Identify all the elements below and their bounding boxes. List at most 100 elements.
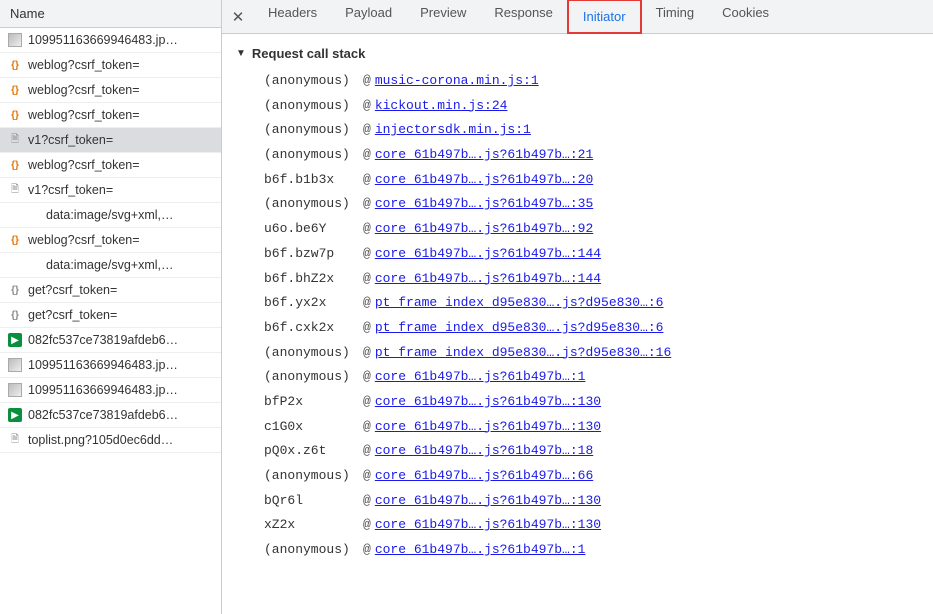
stack-source-link[interactable]: core_61b497b….js?61b497b…:144 [375,246,601,261]
stack-source-link[interactable]: kickout.min.js:24 [375,98,508,113]
image-icon [8,33,22,47]
image-icon [8,383,22,397]
json-icon: {} [8,308,22,322]
stack-source-link[interactable]: core_61b497b….js?61b497b…:20 [375,172,593,187]
stack-frame: xZ2x@core_61b497b….js?61b497b…:130 [264,513,919,538]
stack-source-link[interactable]: pt_frame_index_d95e830….js?d95e830…:6 [375,295,664,310]
stack-frame: c1G0x@core_61b497b….js?61b497b…:130 [264,415,919,440]
request-row[interactable]: data:image/svg+xml,… [0,253,221,278]
tab-cookies[interactable]: Cookies [708,0,783,36]
tab-payload[interactable]: Payload [331,0,406,36]
request-row[interactable]: 109951163669946483.jp… [0,353,221,378]
request-row-label: toplist.png?105d0ec6dd… [28,433,213,447]
stack-source-link[interactable]: injectorsdk.min.js:1 [375,122,531,137]
stack-source-link[interactable]: core_61b497b….js?61b497b…:144 [375,271,601,286]
stack-frame: (anonymous)@core_61b497b….js?61b497b…:35 [264,192,919,217]
request-row[interactable]: 🗎 toplist.png?105d0ec6dd… [0,428,221,453]
request-row-label: get?csrf_token= [28,283,213,297]
request-row-label: weblog?csrf_token= [28,83,213,97]
stack-source-link[interactable]: core_61b497b….js?61b497b…:1 [375,542,586,557]
tab-response[interactable]: Response [480,0,567,36]
document-icon: 🗎 [8,183,22,197]
call-stack-list: (anonymous)@music-corona.min.js:1(anonym… [236,69,919,563]
request-row[interactable]: {}weblog?csrf_token= [0,103,221,128]
details-tabbar: ✕ HeadersPayloadPreviewResponseInitiator… [222,0,933,34]
request-row[interactable]: {}weblog?csrf_token= [0,53,221,78]
tab-headers[interactable]: Headers [254,0,331,36]
main-panel: ✕ HeadersPayloadPreviewResponseInitiator… [222,0,933,614]
at-symbol: @ [359,493,375,508]
request-row[interactable]: ▶082fc537ce73819afdeb6… [0,403,221,428]
request-row[interactable]: ▶082fc537ce73819afdeb6… [0,328,221,353]
request-row[interactable]: {}weblog?csrf_token= [0,228,221,253]
stack-source-link[interactable]: core_61b497b….js?61b497b…:35 [375,196,593,211]
at-symbol: @ [359,172,375,187]
at-symbol: @ [359,419,375,434]
request-row[interactable]: 🗎 v1?csrf_token= [0,178,221,203]
at-symbol: @ [359,147,375,162]
request-row[interactable]: {}weblog?csrf_token= [0,153,221,178]
request-row[interactable]: data:image/svg+xml,… [0,203,221,228]
json-icon: {} [8,233,22,247]
request-row-label: data:image/svg+xml,… [46,208,213,222]
stack-function-name: b6f.bhZ2x [264,267,359,292]
stack-function-name: b6f.cxk2x [264,316,359,341]
at-symbol: @ [359,271,375,286]
request-row-label: get?csrf_token= [28,308,213,322]
section-header[interactable]: ▼ Request call stack [236,46,919,61]
tab-initiator[interactable]: Initiator [567,0,642,34]
stack-frame: b6f.b1b3x@core_61b497b….js?61b497b…:20 [264,168,919,193]
request-row[interactable]: {}get?csrf_token= [0,278,221,303]
request-row-label: 109951163669946483.jp… [28,33,213,47]
tab-preview[interactable]: Preview [406,0,480,36]
request-row[interactable]: {}weblog?csrf_token= [0,78,221,103]
stack-source-link[interactable]: pt_frame_index_d95e830….js?d95e830…:16 [375,345,671,360]
stack-frame: bfP2x@core_61b497b….js?61b497b…:130 [264,390,919,415]
stack-source-link[interactable]: core_61b497b….js?61b497b…:92 [375,221,593,236]
request-row[interactable]: {} get?csrf_token= [0,303,221,328]
stack-function-name: bfP2x [264,390,359,415]
stack-source-link[interactable]: core_61b497b….js?61b497b…:1 [375,369,586,384]
request-row[interactable]: 109951163669946483.jp… [0,28,221,53]
at-symbol: @ [359,295,375,310]
at-symbol: @ [359,98,375,113]
stack-source-link[interactable]: music-corona.min.js:1 [375,73,539,88]
stack-frame: b6f.yx2x@pt_frame_index_d95e830….js?d95e… [264,291,919,316]
stack-source-link[interactable]: core_61b497b….js?61b497b…:21 [375,147,593,162]
caret-down-icon: ▼ [236,48,246,59]
stack-source-link[interactable]: core_61b497b….js?61b497b…:130 [375,493,601,508]
request-row-label: 082fc537ce73819afdeb6… [28,333,213,347]
request-row-label: data:image/svg+xml,… [46,258,213,272]
request-row-label: weblog?csrf_token= [28,158,213,172]
stack-source-link[interactable]: core_61b497b….js?61b497b…:130 [375,517,601,532]
close-icon[interactable]: ✕ [222,8,254,26]
stack-function-name: (anonymous) [264,365,359,390]
request-row-label: 109951163669946483.jp… [28,358,213,372]
stack-source-link[interactable]: core_61b497b….js?61b497b…:18 [375,443,593,458]
stack-source-link[interactable]: core_61b497b….js?61b497b…:130 [375,394,601,409]
stack-source-link[interactable]: core_61b497b….js?61b497b…:130 [375,419,601,434]
network-request-sidebar: Name 109951163669946483.jp…{}weblog?csrf… [0,0,222,614]
stack-function-name: (anonymous) [264,538,359,563]
request-row-label: v1?csrf_token= [28,133,213,147]
request-row-label: v1?csrf_token= [28,183,213,197]
section-title-text: Request call stack [252,46,365,61]
stack-frame: (anonymous)@core_61b497b….js?61b497b…:66 [264,464,919,489]
at-symbol: @ [359,221,375,236]
stack-source-link[interactable]: core_61b497b….js?61b497b…:66 [375,468,593,483]
stack-function-name: b6f.yx2x [264,291,359,316]
request-row-label: 082fc537ce73819afdeb6… [28,408,213,422]
tab-timing[interactable]: Timing [642,0,709,36]
stack-source-link[interactable]: pt_frame_index_d95e830….js?d95e830…:6 [375,320,664,335]
request-row[interactable]: 109951163669946483.jp… [0,378,221,403]
blank-icon [26,258,40,272]
document-icon: 🗎 [8,433,22,447]
stack-function-name: (anonymous) [264,341,359,366]
stack-frame: b6f.bzw7p@core_61b497b….js?61b497b…:144 [264,242,919,267]
at-symbol: @ [359,196,375,211]
at-symbol: @ [359,394,375,409]
request-row[interactable]: 🗎 v1?csrf_token= [0,128,221,153]
stack-function-name: pQ0x.z6t [264,439,359,464]
stack-frame: (anonymous)@injectorsdk.min.js:1 [264,118,919,143]
document-icon: 🗎 [8,133,22,147]
